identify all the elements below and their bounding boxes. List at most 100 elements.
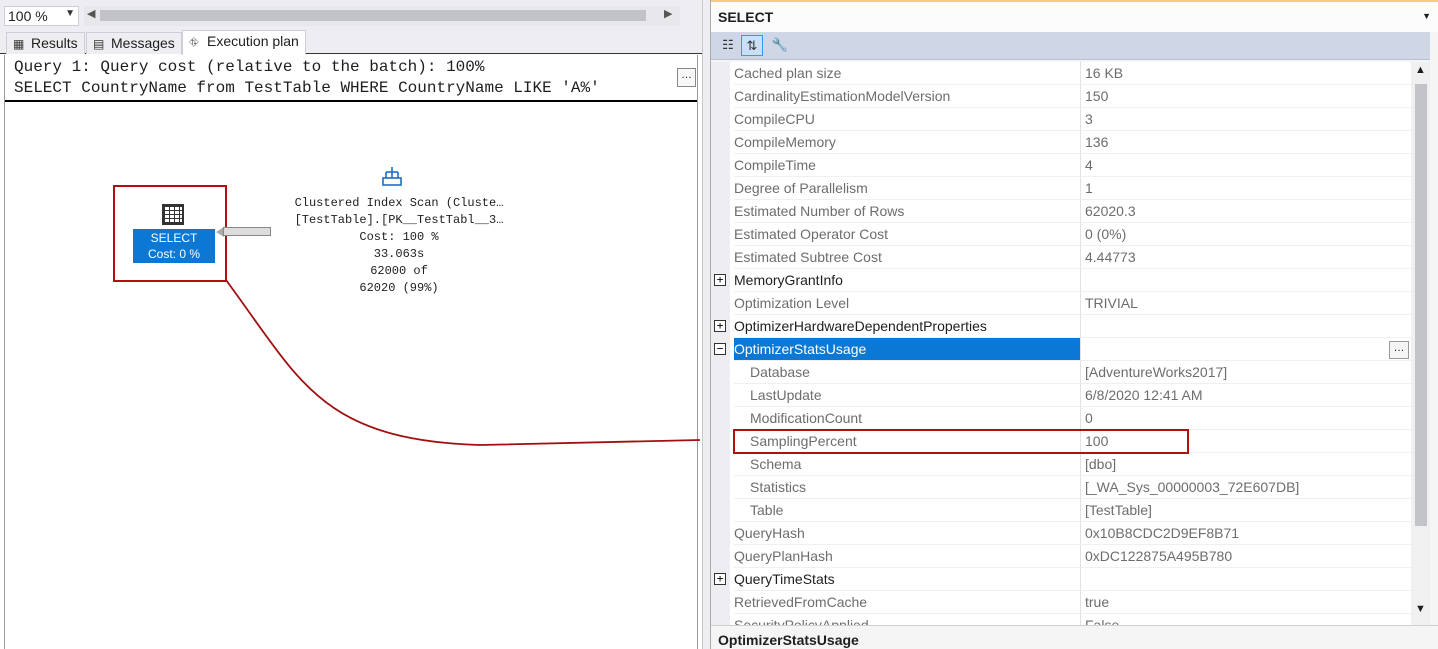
tab-label: Messages xyxy=(111,35,175,51)
property-row[interactable]: − OptimizerStatsUsage… xyxy=(711,338,1411,361)
property-value[interactable] xyxy=(1080,338,1411,361)
tab-execution-plan[interactable]: ⛗ Execution plan xyxy=(182,30,306,55)
property-description-panel: OptimizerStatsUsage xyxy=(711,625,1438,649)
property-name: QueryHash xyxy=(734,522,1080,545)
property-name: CompileMemory xyxy=(734,131,1080,154)
property-row[interactable]: Optimization Level TRIVIAL xyxy=(711,292,1411,315)
property-value[interactable]: [TestTable] xyxy=(1080,499,1411,522)
chevron-down-icon: ▼ xyxy=(65,8,75,19)
property-value[interactable] xyxy=(1080,315,1411,338)
property-row[interactable]: Database [AdventureWorks2017] xyxy=(711,361,1411,384)
select-operator-label[interactable]: SELECT Cost: 0 % xyxy=(133,229,215,263)
property-value[interactable]: true xyxy=(1080,591,1411,614)
property-value[interactable]: False xyxy=(1080,614,1411,625)
property-row[interactable]: LastUpdate 6/8/2020 12:41 AM xyxy=(711,384,1411,407)
expand-icon[interactable]: + xyxy=(714,320,726,332)
property-row[interactable]: QueryHash 0x10B8CDC2D9EF8B71 xyxy=(711,522,1411,545)
categorized-icon[interactable]: ☷ xyxy=(717,35,739,56)
property-row[interactable]: + MemoryGrantInfo xyxy=(711,269,1411,292)
property-name: Degree of Parallelism xyxy=(734,177,1080,200)
property-value[interactable]: 1 xyxy=(1080,177,1411,200)
property-row[interactable]: Estimated Subtree Cost 4.44773 xyxy=(711,246,1411,269)
property-value[interactable]: [_WA_Sys_00000003_72E607DB] xyxy=(1080,476,1411,499)
execution-plan-canvas[interactable]: Query 1: Query cost (relative to the bat… xyxy=(4,55,698,649)
scroll-down-icon[interactable]: ▼ xyxy=(1415,603,1426,615)
property-row[interactable]: QueryPlanHash 0xDC122875A495B780 xyxy=(711,545,1411,568)
property-row[interactable]: CompileMemory 136 xyxy=(711,131,1411,154)
scrollbar-thumb[interactable] xyxy=(100,10,646,21)
grid-icon: ▦ xyxy=(13,37,25,51)
tab-messages[interactable]: ▤ Messages xyxy=(86,32,182,54)
property-row[interactable]: ModificationCount 0 xyxy=(711,407,1411,430)
property-value[interactable]: 6/8/2020 12:41 AM xyxy=(1080,384,1411,407)
property-name: Statistics xyxy=(734,476,1080,499)
scroll-right-icon[interactable]: ▶ xyxy=(664,7,672,20)
vertical-scrollbar[interactable]: ▲ ▼ xyxy=(1411,62,1430,625)
property-row[interactable]: Estimated Number of Rows 62020.3 xyxy=(711,200,1411,223)
property-pages-wrench-icon[interactable]: 🔧 xyxy=(769,35,791,56)
alphabetical-sort-icon[interactable]: ⇅ xyxy=(741,35,763,56)
property-row[interactable]: Estimated Operator Cost 0 (0%) xyxy=(711,223,1411,246)
property-row[interactable]: Statistics [_WA_Sys_00000003_72E607DB] xyxy=(711,476,1411,499)
property-value[interactable]: 0 (0%) xyxy=(1080,223,1411,246)
query-cost-text: Query 1: Query cost (relative to the bat… xyxy=(14,58,485,76)
properties-object-selector[interactable]: SELECT ▼ xyxy=(711,0,1438,32)
ellipsis-button[interactable]: … xyxy=(1389,341,1409,359)
property-value[interactable]: 0 xyxy=(1080,407,1411,430)
zoom-select[interactable]: 100 % ▼ xyxy=(4,6,79,26)
property-row[interactable]: Table [TestTable] xyxy=(711,499,1411,522)
properties-window: SELECT ▼ ☷ ⇅ 🔧 Cached plan size 16 KB Card… xyxy=(710,0,1438,649)
result-tabs: ▦ Results ▤ Messages ⛗ Execution plan xyxy=(0,30,702,55)
properties-object-name: SELECT xyxy=(718,9,774,25)
execution-plan-icon: ⛗ xyxy=(189,35,199,49)
property-row[interactable]: RetrievedFromCache true xyxy=(711,591,1411,614)
property-row[interactable]: Schema [dbo] xyxy=(711,453,1411,476)
property-row[interactable]: Cached plan size 16 KB xyxy=(711,62,1411,85)
property-value[interactable]: TRIVIAL xyxy=(1080,292,1411,315)
property-value[interactable]: 0x10B8CDC2D9EF8B71 xyxy=(1080,522,1411,545)
clustered-index-scan-node[interactable]: Clustered Index Scan (Cluste… [TestTable… xyxy=(267,195,531,297)
property-value[interactable]: 16 KB xyxy=(1080,62,1411,85)
tab-results[interactable]: ▦ Results xyxy=(6,32,85,54)
property-grid[interactable]: Cached plan size 16 KB CardinalityEstimati… xyxy=(711,62,1411,625)
scan-object-name: [TestTable].[PK__TestTabl__3… xyxy=(294,213,504,227)
property-row[interactable]: + OptimizerHardwareDependentProperties xyxy=(711,315,1411,338)
scan-rows-actual: 62000 of xyxy=(370,264,428,278)
expand-icon[interactable]: + xyxy=(714,573,726,585)
scroll-left-icon[interactable]: ◀ xyxy=(87,7,95,20)
property-value[interactable]: 3 xyxy=(1080,108,1411,131)
property-name: LastUpdate xyxy=(734,384,1080,407)
property-value[interactable]: 136 xyxy=(1080,131,1411,154)
property-value[interactable]: 62020.3 xyxy=(1080,200,1411,223)
expand-icon[interactable]: + xyxy=(714,274,726,286)
property-name: Estimated Subtree Cost xyxy=(734,246,1080,269)
property-row[interactable]: CardinalityEstimationModelVersion 150 xyxy=(711,85,1411,108)
property-row[interactable]: SecurityPolicyApplied False xyxy=(711,614,1411,625)
property-name: CardinalityEstimationModelVersion xyxy=(734,85,1080,108)
pane-splitter[interactable] xyxy=(702,0,710,649)
property-row[interactable]: CompileTime 4 xyxy=(711,154,1411,177)
property-description-title: OptimizerStatsUsage xyxy=(718,632,859,648)
zoom-value: 100 % xyxy=(8,8,48,24)
property-value[interactable]: [AdventureWorks2017] xyxy=(1080,361,1411,384)
property-value[interactable]: 4 xyxy=(1080,154,1411,177)
property-name: Optimization Level xyxy=(734,292,1080,315)
property-value[interactable]: 0xDC122875A495B780 xyxy=(1080,545,1411,568)
property-name: Table xyxy=(734,499,1080,522)
select-operator-node[interactable]: SELECT Cost: 0 % xyxy=(113,185,227,282)
property-value[interactable] xyxy=(1080,269,1411,292)
show-query-button[interactable]: … xyxy=(677,68,696,87)
scrollbar-thumb[interactable] xyxy=(1415,84,1427,526)
property-row[interactable]: + QueryTimeStats xyxy=(711,568,1411,591)
scroll-up-icon[interactable]: ▲ xyxy=(1415,64,1426,76)
clustered-index-scan-icon[interactable] xyxy=(381,165,403,187)
property-row[interactable]: Degree of Parallelism 1 xyxy=(711,177,1411,200)
horizontal-scrollbar[interactable]: ◀ ▶ xyxy=(84,6,680,26)
property-row[interactable]: CompileCPU 3 xyxy=(711,108,1411,131)
property-value[interactable] xyxy=(1080,568,1411,591)
property-value[interactable]: 4.44773 xyxy=(1080,246,1411,269)
collapse-icon[interactable]: − xyxy=(714,343,726,355)
data-flow-arrow[interactable] xyxy=(223,227,271,236)
property-value[interactable]: [dbo] xyxy=(1080,453,1411,476)
property-value[interactable]: 150 xyxy=(1080,85,1411,108)
